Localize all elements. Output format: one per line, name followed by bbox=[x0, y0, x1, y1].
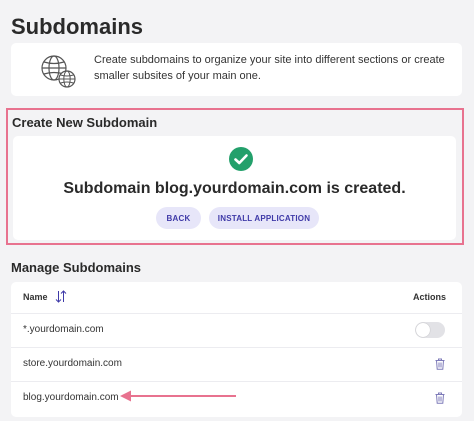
trash-icon[interactable] bbox=[435, 392, 445, 404]
annotation-arrow-icon bbox=[120, 390, 236, 402]
sort-icon[interactable] bbox=[55, 290, 67, 303]
install-application-button[interactable]: INSTALL APPLICATION bbox=[209, 207, 319, 229]
page-title: Subdomains bbox=[11, 14, 144, 39]
table-row: *.yourdomain.com bbox=[11, 314, 462, 348]
column-header-name[interactable]: Name bbox=[23, 292, 48, 302]
create-section-title: Create New Subdomain bbox=[12, 115, 158, 130]
globe-icon bbox=[41, 55, 76, 88]
create-success-card: Subdomain blog.yourdomain.com is created… bbox=[13, 136, 456, 240]
check-circle-icon bbox=[229, 147, 253, 171]
info-text: Create subdomains to organize your site … bbox=[94, 54, 445, 82]
manage-section-title: Manage Subdomains bbox=[11, 260, 142, 275]
subdomain-name: store.yourdomain.com bbox=[23, 358, 122, 369]
subdomain-name: *.yourdomain.com bbox=[23, 324, 104, 335]
subdomain-toggle[interactable] bbox=[415, 322, 445, 338]
column-header-actions: Actions bbox=[412, 292, 446, 302]
back-button[interactable]: BACK bbox=[156, 207, 201, 229]
toggle-knob bbox=[416, 323, 430, 337]
trash-icon[interactable] bbox=[435, 358, 445, 370]
create-subdomain-section: Create New Subdomain Subdomain blog.your… bbox=[6, 108, 464, 245]
table-row: store.yourdomain.com bbox=[11, 348, 462, 382]
subdomain-name: blog.yourdomain.com bbox=[23, 392, 119, 403]
info-card: Create subdomains to organize your site … bbox=[11, 43, 462, 96]
success-message: Subdomain blog.yourdomain.com is created… bbox=[63, 180, 406, 197]
table-header: Name Actions bbox=[11, 282, 462, 314]
